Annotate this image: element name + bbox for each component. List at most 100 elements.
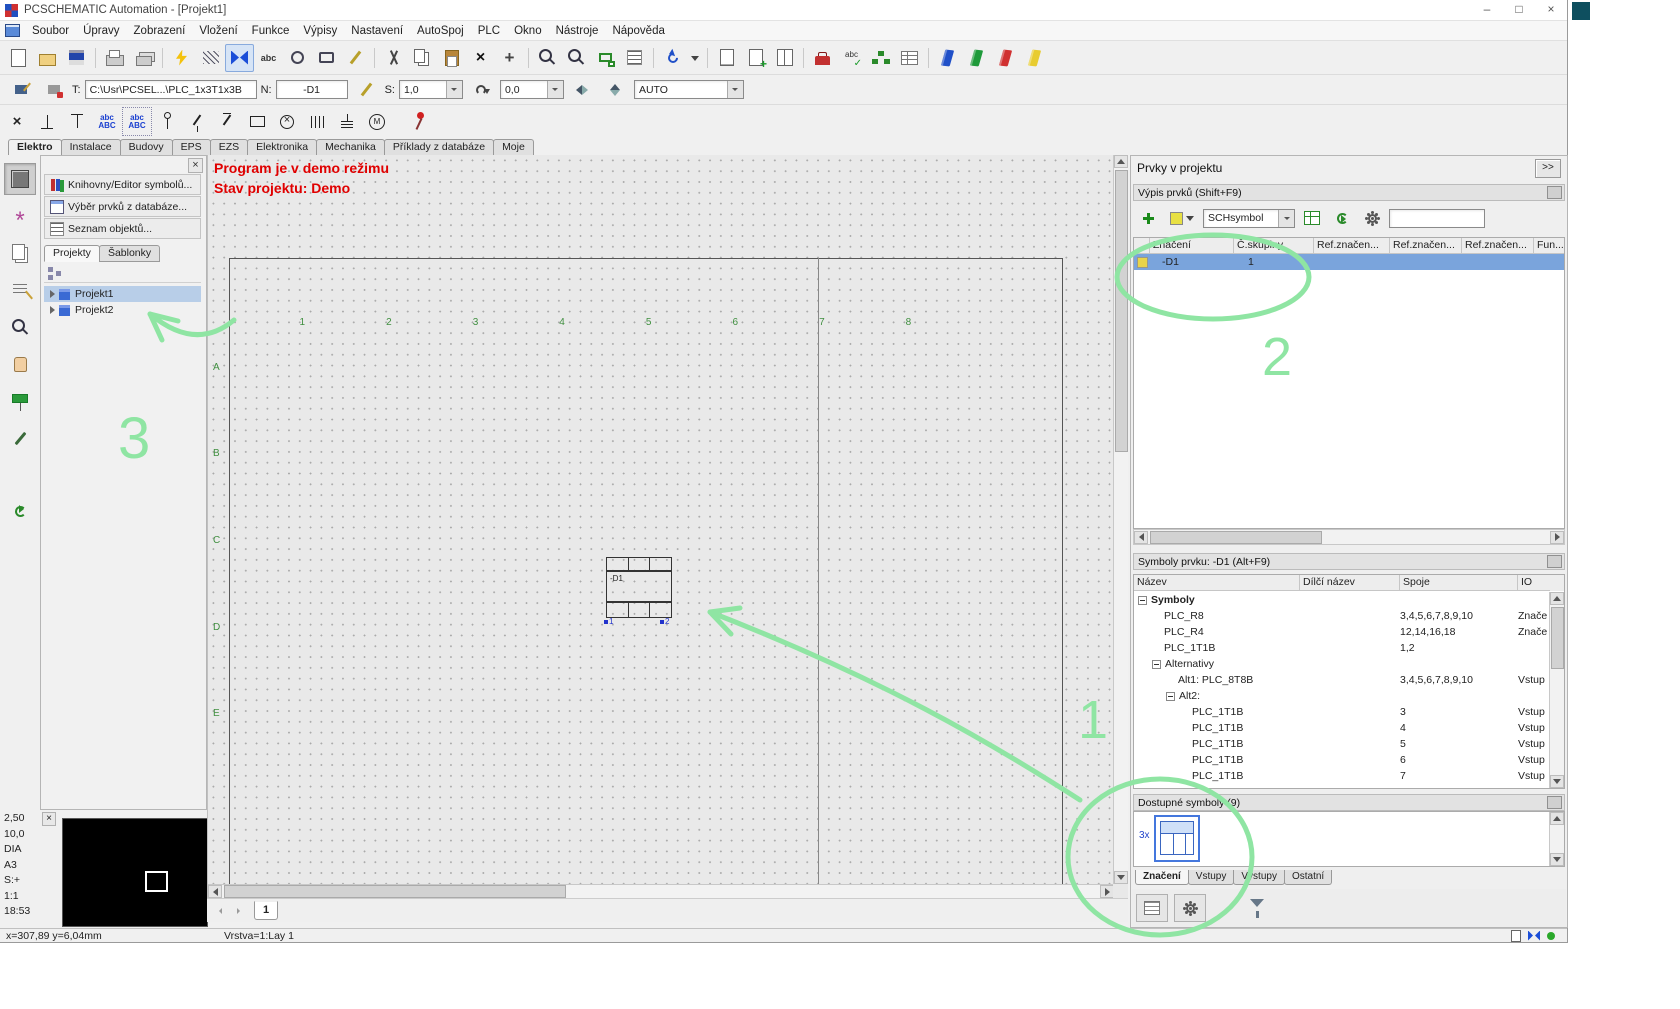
paste-icon[interactable] [437,44,466,72]
print-icon[interactable] [100,44,129,72]
tree-view-icon[interactable] [47,265,63,279]
symbol-filter-tab[interactable]: Ostatní [1284,870,1332,885]
panel-tab[interactable]: Projekty [44,245,100,262]
edit-symbol-icon[interactable] [6,76,35,104]
manual-red-icon[interactable] [991,44,1020,72]
section-options-icon[interactable] [1547,796,1562,809]
menu-item[interactable]: Výpisy [296,25,344,37]
menu-item[interactable]: Nastavení [344,25,410,37]
scroll-right-button[interactable] [1550,531,1564,544]
dropdown-arrow-icon[interactable] [446,81,462,98]
scroll-up-button[interactable] [1550,592,1564,605]
refresh-icon[interactable] [4,495,36,527]
coil-symbol-icon[interactable] [242,107,272,136]
manual-yellow-icon[interactable] [1020,44,1049,72]
column-header[interactable]: Název [1134,575,1300,591]
category-tab[interactable]: Instalace [61,139,121,155]
dropdown-arrow-icon[interactable] [547,81,563,98]
pan-icon[interactable] [4,348,36,380]
area-mode-icon[interactable] [312,44,341,72]
manual-blue-icon[interactable] [933,44,962,72]
category-tab[interactable]: EPS [172,139,211,155]
symbols-vertical-scrollbar[interactable] [1549,592,1564,788]
page-data-icon[interactable] [712,44,741,72]
plc-symbol-terminal-row-bottom[interactable] [606,601,672,618]
name-field[interactable]: -D1 [276,80,348,99]
scrollbar-thumb[interactable] [1551,607,1564,669]
symbol-row[interactable]: PLC_1T1B 7 Vstup [1134,768,1550,784]
column-header[interactable]: Ref.značen... [1462,238,1534,254]
project-tree-item[interactable]: Projekt2 [44,302,201,318]
new-document-icon[interactable] [4,44,33,72]
components-horizontal-scrollbar[interactable] [1133,529,1565,545]
section-options-icon[interactable] [1547,555,1562,568]
scrollbar-thumb[interactable] [224,885,566,898]
symbol-row[interactable]: PLC_R8 3,4,5,6,7,8,9,10 Znače [1134,608,1550,624]
symbol-row[interactable]: Symboly [1134,592,1550,608]
insert-page-icon[interactable] [741,44,770,72]
motor-symbol-icon[interactable] [362,107,392,136]
conductor-lines-icon[interactable] [196,44,225,72]
type-field[interactable]: C:\Usr\PCSEL...\PLC_1x3T1x3B [85,80,257,99]
color-fill-icon[interactable] [4,385,36,417]
maximize-button[interactable]: □ [1503,0,1535,20]
symbol-row[interactable]: Alt1: PLC_8T8B 3,4,5,6,7,8,9,10 Vstup [1134,672,1550,688]
next-page-button[interactable] [230,903,246,919]
scroll-down-button[interactable] [1114,871,1128,884]
symbols-mode-icon[interactable] [225,44,254,72]
filter-input[interactable] [1389,209,1485,228]
ground-symbol-icon[interactable] [332,107,362,136]
category-tab[interactable]: Mechanika [316,139,385,155]
list-settings-icon[interactable] [1136,894,1168,922]
net-navigator-icon[interactable] [591,44,620,72]
text-abc-frame-icon[interactable] [122,107,152,136]
open-document-icon[interactable] [33,44,62,72]
manual-green-icon[interactable] [962,44,991,72]
draw-icon[interactable] [4,422,36,454]
component-row-selected[interactable]: -D1 1 [1134,254,1564,270]
available-vertical-scrollbar[interactable] [1549,812,1564,866]
spell-check-icon[interactable] [837,44,866,72]
delete-icon[interactable] [466,44,495,72]
drawing-canvas[interactable]: Program je v demo režimu Stav projektu: … [207,155,1128,898]
library-editor-button[interactable]: Knihovny/Editor symbolů... [44,174,201,195]
angle-dropdown[interactable]: 0,0 [500,80,564,99]
copy-icon[interactable] [408,44,437,72]
symbol-row[interactable]: PLC_1T1B 6 Vstup [1134,752,1550,768]
undo-icon[interactable] [658,44,687,72]
settings-gear-icon[interactable] [1359,206,1385,230]
menu-item[interactable]: AutoSpoj [410,25,471,37]
text-abc-icon[interactable] [92,107,122,136]
delete-symbol-icon[interactable] [2,107,32,136]
minimize-button[interactable]: – [1471,0,1503,20]
available-symbol-thumbnail[interactable] [1154,815,1200,862]
find-icon[interactable] [533,44,562,72]
signal-symbol-icon[interactable] [152,107,182,136]
panel-tab[interactable]: Šablonky [99,245,160,262]
filter-funnel-icon[interactable] [1242,895,1272,921]
add-component-icon[interactable] [1135,206,1161,230]
object-list-button[interactable]: Seznam objektů... [44,218,201,239]
project-structure-icon[interactable] [866,44,895,72]
scroll-left-button[interactable] [1134,531,1148,544]
scroll-up-button[interactable] [1550,812,1564,825]
switch-symbol-icon[interactable] [182,107,212,136]
database-list-icon[interactable] [895,44,924,72]
symbol-row[interactable]: PLC_1T1B 5 Vstup [1134,736,1550,752]
page-thumbnail[interactable] [62,818,208,927]
plc-symbol-body[interactable]: -D1 [606,570,672,603]
category-tab[interactable]: Elektronika [247,139,317,155]
find-net-icon[interactable] [562,44,591,72]
zoom-icon[interactable] [4,311,36,343]
symbol-row[interactable]: PLC_1T1B 1,2 [1134,640,1550,656]
symbol-menu-icon[interactable] [4,200,36,232]
menu-item[interactable]: Úpravy [76,25,126,37]
scroll-right-button[interactable] [1100,885,1114,898]
circle-mode-icon[interactable] [283,44,312,72]
refresh-list-icon[interactable] [1329,206,1355,230]
project-tree-item[interactable]: Projekt1 [44,286,201,302]
symbol-row[interactable]: PLC_1T1B 3 Vstup [1134,704,1550,720]
menu-item[interactable]: Zobrazení [127,25,193,37]
save-icon[interactable] [62,44,91,72]
category-tab[interactable]: Příklady z databáze [384,139,494,155]
